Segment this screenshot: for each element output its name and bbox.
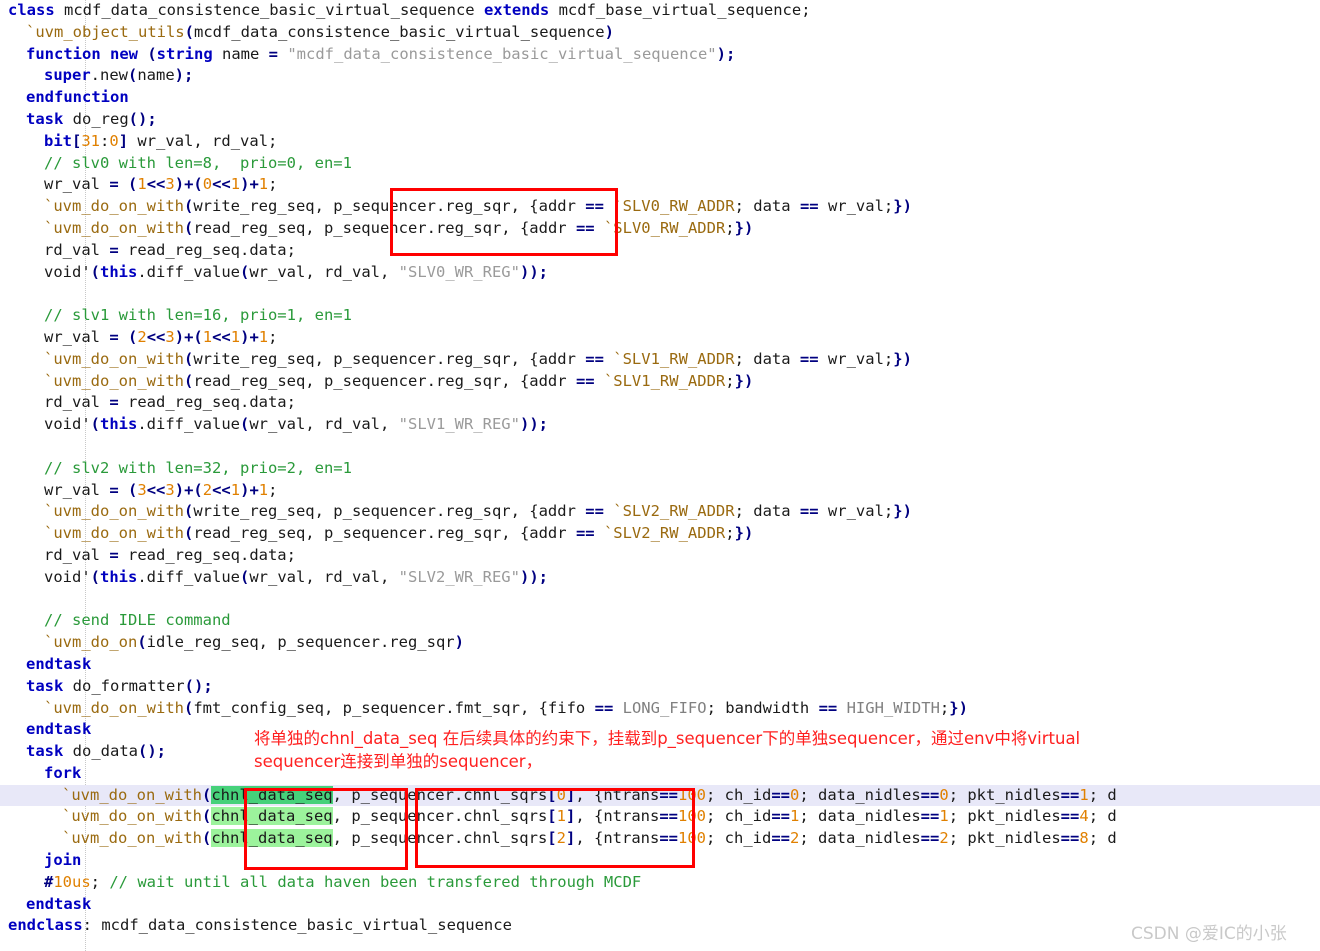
code-line[interactable]: `uvm_do_on_with(write_reg_seq, p_sequenc… [0,349,1320,371]
code-line[interactable]: `uvm_do_on_with(fmt_config_seq, p_sequen… [0,698,1320,720]
annotation-line-2: sequencer连接到单独的sequencer， [254,752,543,771]
code-line[interactable]: #10us; // wait until all data haven been… [0,872,1320,894]
code-line[interactable]: `uvm_object_utils(mcdf_data_consistence_… [0,22,1320,44]
code-line[interactable]: endtask [0,654,1320,676]
code-line[interactable]: fork [0,763,1320,785]
code-line[interactable]: void'(this.diff_value(wr_val, rd_val, "S… [0,567,1320,589]
code-line[interactable]: endfunction [0,87,1320,109]
code-line[interactable]: bit[31:0] wr_val, rd_val; [0,131,1320,153]
code-line[interactable]: super.new(name); [0,65,1320,87]
code-line[interactable]: `uvm_do_on_with(chnl_data_seq, p_sequenc… [0,806,1320,828]
code-line[interactable]: `uvm_do_on_with(read_reg_seq, p_sequence… [0,371,1320,393]
code-line[interactable]: join [0,850,1320,872]
code-line[interactable]: wr_val = (2<<3)+(1<<1)+1; [0,327,1320,349]
code-line[interactable]: wr_val = (1<<3)+(0<<1)+1; [0,174,1320,196]
code-line[interactable]: // slv2 with len=32, prio=2, en=1 [0,458,1320,480]
code-line[interactable]: wr_val = (3<<3)+(2<<1)+1; [0,480,1320,502]
watermark: CSDN @爱IC的小张 [1131,924,1287,944]
code-line[interactable]: // slv0 with len=8, prio=0, en=1 [0,153,1320,175]
code-line[interactable]: class mcdf_data_consistence_basic_virtua… [0,0,1320,22]
code-line[interactable]: // send IDLE command [0,610,1320,632]
code-line[interactable]: rd_val = read_reg_seq.data; [0,545,1320,567]
code-line[interactable]: rd_val = read_reg_seq.data; [0,392,1320,414]
code-line-current[interactable]: `uvm_do_on_with(chnl_data_seq, p_sequenc… [0,784,1320,807]
code-line[interactable]: // slv1 with len=16, prio=1, en=1 [0,305,1320,327]
code-line[interactable]: rd_val = read_reg_seq.data; [0,240,1320,262]
code-line[interactable]: function new (string name = "mcdf_data_c… [0,44,1320,66]
code-area[interactable]: class mcdf_data_consistence_basic_virtua… [0,0,1320,937]
code-line[interactable]: endclass: mcdf_data_consistence_basic_vi… [0,915,1320,937]
code-line-blank[interactable] [0,589,1320,611]
code-line[interactable]: `uvm_do_on(idle_reg_seq, p_sequencer.reg… [0,632,1320,654]
code-line[interactable]: `uvm_do_on_with(chnl_data_seq, p_sequenc… [0,828,1320,850]
code-line[interactable]: `uvm_do_on_with(write_reg_seq, p_sequenc… [0,196,1320,218]
code-editor[interactable]: class mcdf_data_consistence_basic_virtua… [0,0,1320,951]
code-line[interactable]: void'(this.diff_value(wr_val, rd_val, "S… [0,414,1320,436]
code-line[interactable]: `uvm_do_on_with(write_reg_seq, p_sequenc… [0,501,1320,523]
code-line-blank[interactable] [0,283,1320,305]
code-line[interactable]: `uvm_do_on_with(read_reg_seq, p_sequence… [0,523,1320,545]
code-line[interactable]: task do_formatter(); [0,676,1320,698]
code-line[interactable]: void'(this.diff_value(wr_val, rd_val, "S… [0,262,1320,284]
code-line[interactable]: task do_reg(); [0,109,1320,131]
annotation-line-1: 将单独的chnl_data_seq 在后续具体的约束下，挂载到p_sequenc… [254,729,1081,748]
code-line[interactable]: `uvm_do_on_with(read_reg_seq, p_sequence… [0,218,1320,240]
code-line-blank[interactable] [0,436,1320,458]
code-line[interactable]: endtask [0,894,1320,916]
